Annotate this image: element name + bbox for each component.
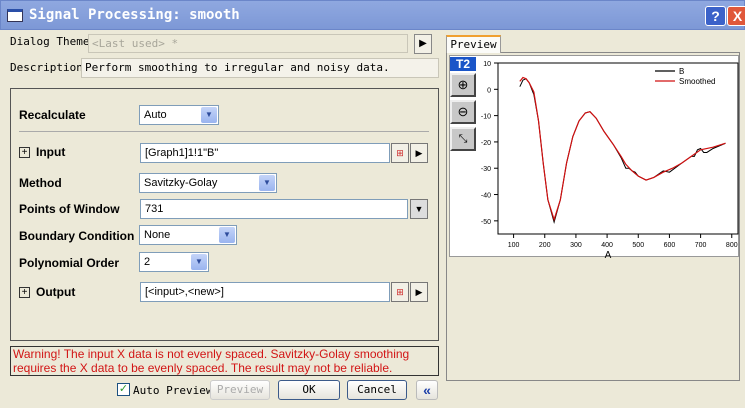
points-dropdown-button[interactable]: ▼ [410, 199, 428, 219]
y-tick-label: -40 [481, 193, 491, 200]
close-button[interactable]: X [727, 6, 745, 26]
select-data-icon[interactable]: ⊞ [391, 282, 409, 302]
expand-icon[interactable]: + [19, 147, 30, 159]
zoom-out-icon[interactable]: ⊖ [450, 100, 476, 124]
dialog-theme-label: Dialog Theme [10, 35, 90, 48]
zoom-in-icon[interactable]: ⊕ [450, 73, 476, 97]
cancel-button[interactable]: Cancel [347, 380, 407, 400]
poly-order-label: Polynomial Order [19, 256, 120, 270]
x-tick-label: 400 [601, 242, 613, 249]
y-tick-label: -30 [481, 166, 491, 173]
poly-order-value: 2 [144, 256, 151, 268]
description-field: Perform smoothing to irregular and noisy… [81, 58, 439, 78]
x-axis-label: A [605, 250, 612, 258]
description-label: Description [10, 61, 83, 74]
window-title: Signal Processing: smooth [29, 7, 240, 23]
preview-chart: 100 200 300 400 500 600 700 800 10 0 -10 -20 -30 -40-… [449, 55, 739, 261]
method-label: Method [19, 176, 62, 190]
plot-frame [497, 62, 739, 235]
input-label[interactable]: + Input [19, 145, 65, 159]
chevron-down-icon: ▼ [201, 107, 217, 123]
x-tick-label: 100 [508, 242, 520, 249]
points-label: Points of Window [19, 202, 120, 216]
x-tick-label: 700 [695, 242, 707, 249]
boundary-label: Boundary Condition [19, 229, 135, 243]
x-tick-label: 800 [726, 242, 738, 249]
dialog-theme-field[interactable]: <Last used> * [88, 34, 408, 53]
output-label-text: Output [36, 285, 76, 299]
legend-label: B [679, 67, 684, 76]
divider [19, 131, 429, 132]
method-value: Savitzky-Golay [144, 177, 218, 189]
preview-button[interactable]: Preview [210, 380, 270, 400]
layer-badge: T2 [450, 57, 476, 71]
y-tick-label: 10 [483, 61, 491, 68]
collapse-button[interactable]: « [416, 380, 438, 400]
chevron-down-icon: ▼ [219, 227, 235, 243]
ok-button[interactable]: OK [278, 380, 340, 400]
x-tick-label: 300 [570, 242, 582, 249]
theme-menu-button[interactable]: ▶ [414, 34, 432, 54]
recalculate-value: Auto [144, 109, 167, 121]
poly-order-select[interactable]: 2 ▼ [139, 252, 209, 272]
points-input[interactable]: 731 [140, 199, 408, 219]
y-tick-label: -20 [481, 140, 491, 147]
chart-svg: 100 200 300 400 500 600 700 800100-10-20-30-40-… [481, 61, 739, 261]
auto-preview-label: Auto Preview [133, 384, 213, 397]
input-field[interactable]: [Graph1]1!1"B" [140, 143, 390, 163]
x-tick-label: 500 [632, 242, 644, 249]
boundary-select[interactable]: None ▼ [139, 225, 237, 245]
x-tick-label: 600 [664, 242, 676, 249]
warning-message: Warning! The input X data is not evenly … [10, 346, 439, 376]
output-label[interactable]: + Output [19, 285, 75, 299]
chevron-down-icon: ▼ [259, 175, 275, 191]
expand-icon[interactable]: + [19, 287, 30, 299]
chevron-down-icon: ▼ [191, 254, 207, 270]
output-field[interactable]: [<input>,<new>] [140, 282, 390, 302]
window-icon [7, 9, 23, 22]
method-select[interactable]: Savitzky-Golay ▼ [139, 173, 277, 193]
output-menu-button[interactable]: ▶ [410, 282, 428, 302]
series-line-b [519, 78, 726, 225]
select-data-icon[interactable]: ⊞ [391, 143, 409, 163]
recalculate-select[interactable]: Auto ▼ [139, 105, 219, 125]
settings-panel: Recalculate Auto ▼ + Input [Graph1]1!1"B" … [10, 88, 439, 341]
y-tick-label: 0 [487, 87, 491, 94]
y-tick-label: -10 [481, 114, 491, 121]
auto-preview-checkbox[interactable]: ✓ [117, 383, 130, 396]
input-menu-button[interactable]: ▶ [410, 143, 428, 163]
rescale-icon[interactable]: ⤡ [450, 127, 476, 151]
recalculate-label: Recalculate [19, 108, 86, 122]
help-button[interactable]: ? [705, 6, 726, 26]
y-tick-label: -50 [481, 219, 491, 226]
input-label-text: Input [36, 145, 66, 159]
series-line-smoothed [519, 76, 726, 222]
boundary-value: None [144, 229, 171, 241]
legend-label: Smoothed [679, 77, 715, 86]
x-tick-label: 200 [539, 242, 551, 249]
title-bar: Signal Processing: smooth ? X [0, 0, 745, 30]
tab-preview[interactable]: Preview [446, 35, 501, 53]
